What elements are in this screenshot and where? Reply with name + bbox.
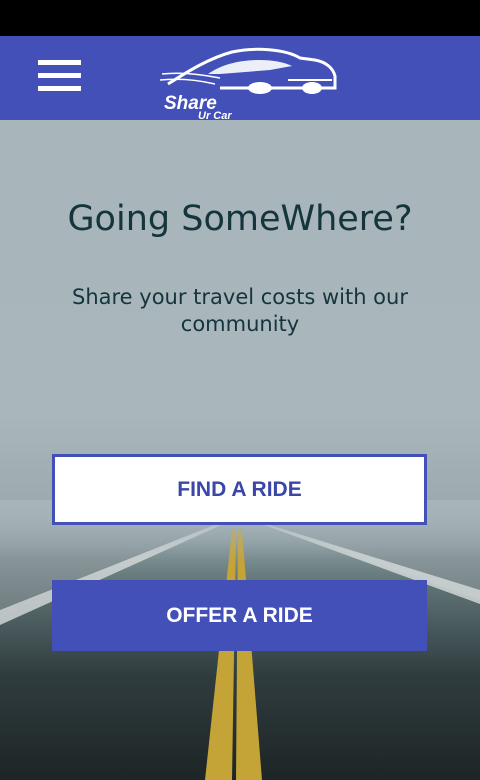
menu-line xyxy=(38,73,81,78)
status-bar xyxy=(0,0,480,36)
app-logo: Share Ur Car xyxy=(160,44,338,122)
hero-section: Going SomeWhere? Share your travel costs… xyxy=(0,120,480,780)
offer-ride-button[interactable]: OFFER A RIDE xyxy=(52,580,427,651)
find-ride-button[interactable]: FIND A RIDE xyxy=(52,454,427,525)
headline: Going SomeWhere? xyxy=(67,199,413,239)
app-bar: Share Ur Car xyxy=(0,36,480,122)
menu-line xyxy=(38,86,81,91)
hamburger-menu-icon xyxy=(38,60,81,65)
menu-button[interactable] xyxy=(38,60,82,92)
tagline: Share your travel costs with our communi… xyxy=(72,285,408,336)
